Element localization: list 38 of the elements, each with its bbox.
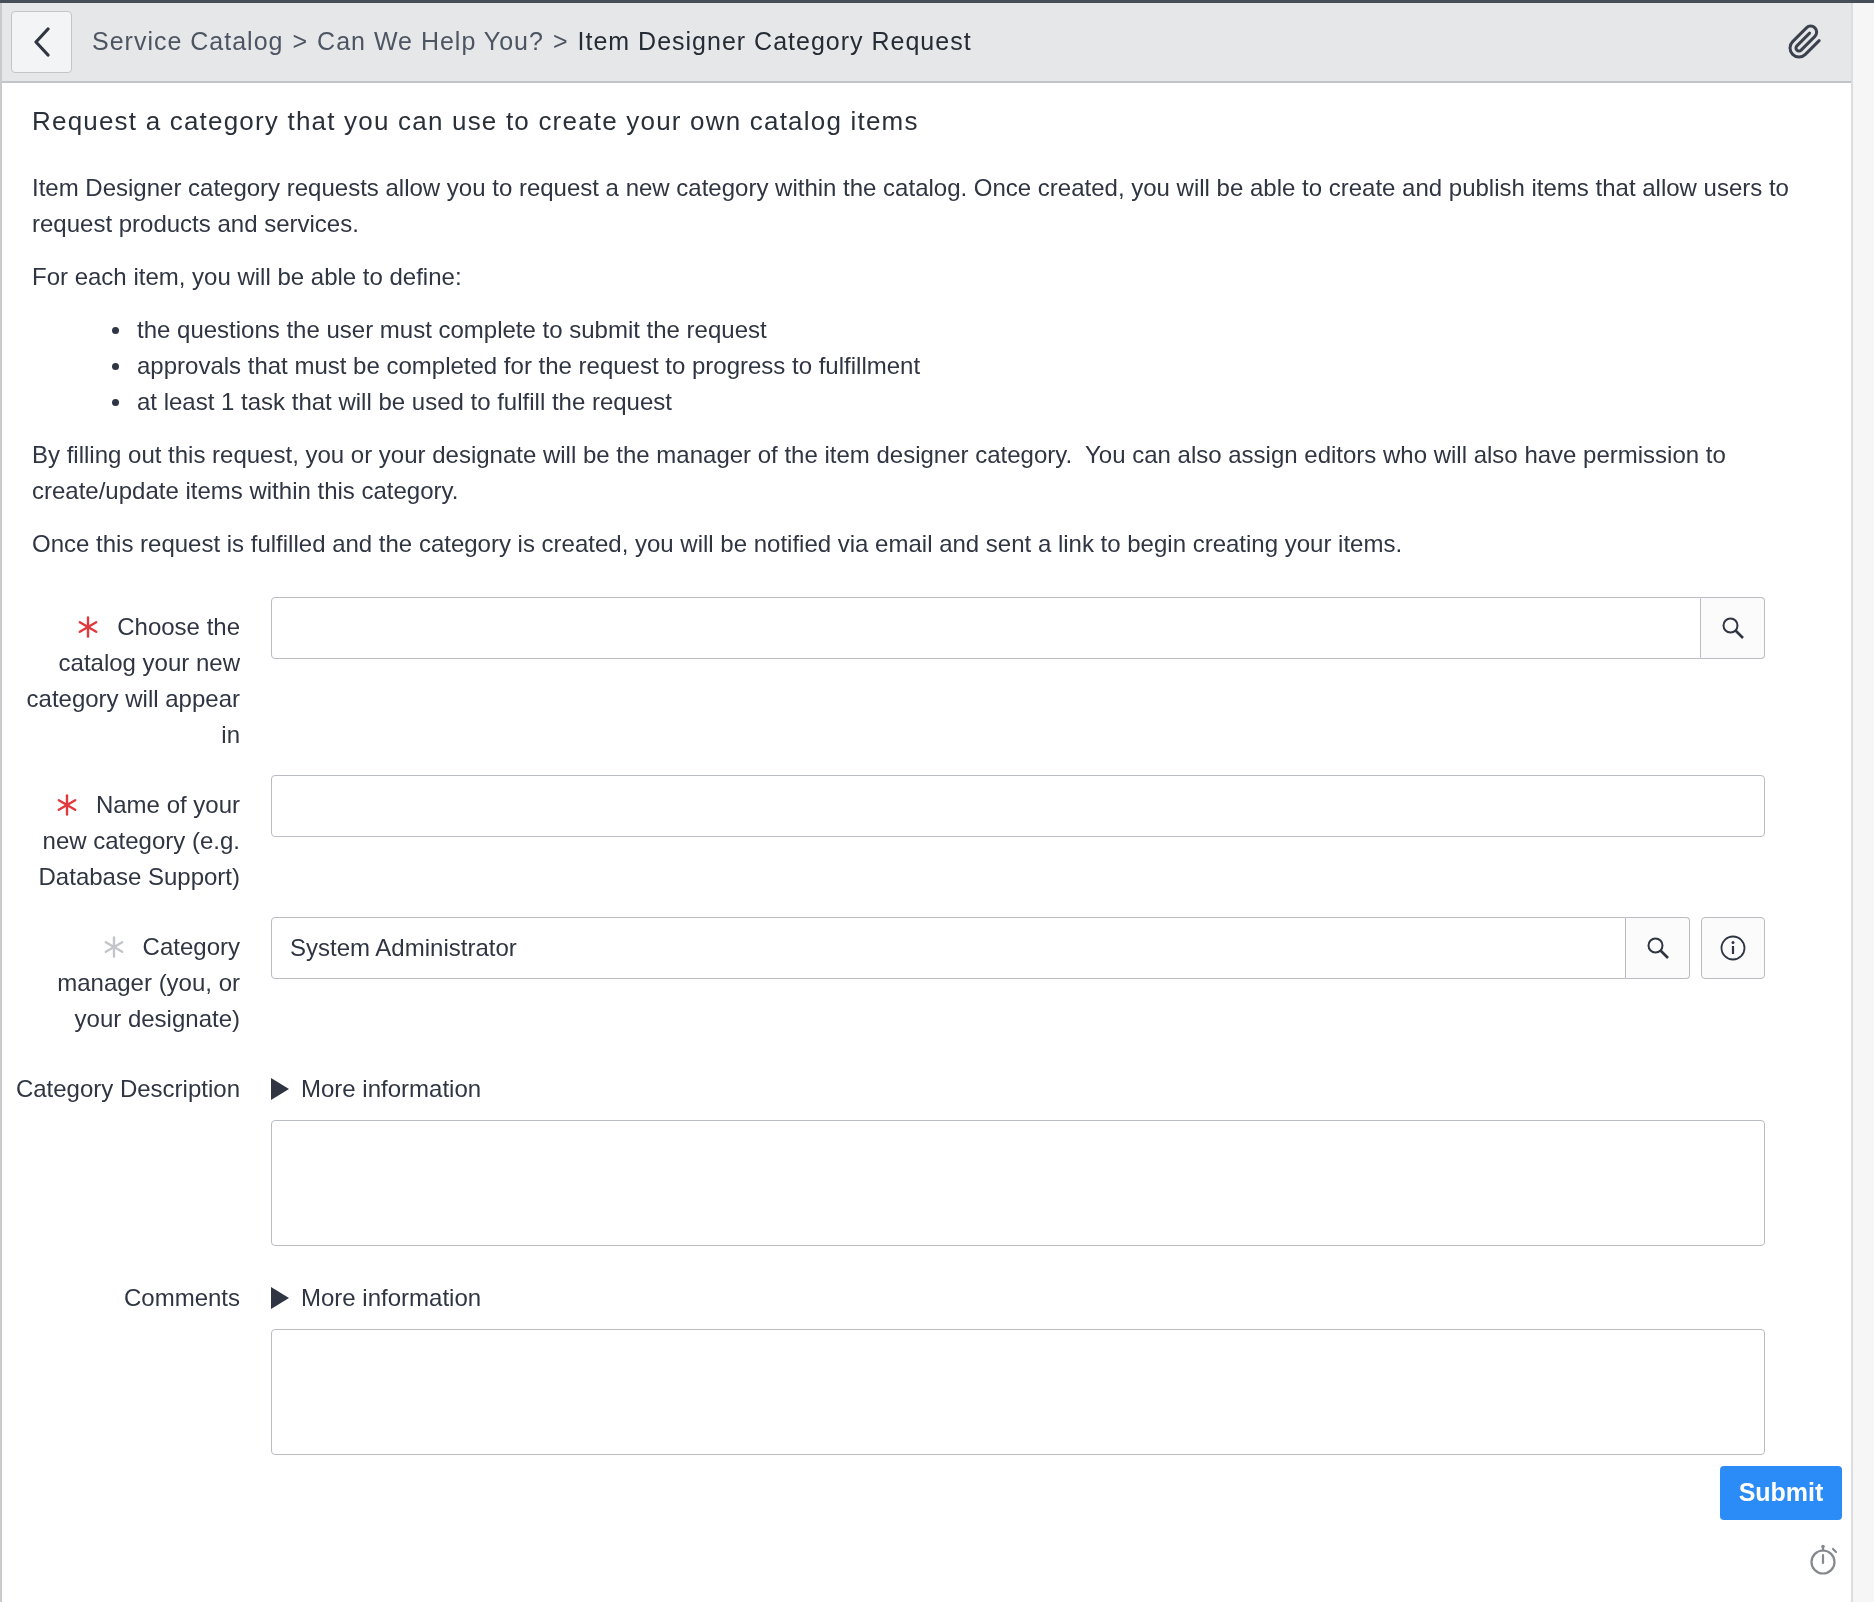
- chevron-left-icon: [32, 27, 51, 57]
- list-item-text: the questions the user must complete to submit the request: [137, 315, 767, 345]
- breadcrumb-separator: >: [552, 26, 569, 58]
- breadcrumb-current-page: Item Designer Category Request: [577, 26, 972, 58]
- stopwatch-icon[interactable]: [1808, 1544, 1840, 1576]
- more-information-toggle[interactable]: More information: [271, 1071, 482, 1107]
- breadcrumb-link[interactable]: Can We Help You?: [317, 23, 544, 61]
- search-button[interactable]: [1701, 597, 1765, 659]
- field-label: Comments: [123, 1284, 240, 1311]
- description-paragraph: Item Designer category requests allow you to request a new category within the catalog. Once created, you will be able to create and publish items that allow users to request products and services.: [32, 173, 1790, 239]
- description-paragraph: Once this request is fulfilled and the category is created, you will be notified via email and sent a link to begin creating your items.: [32, 529, 1404, 559]
- field-label: Category Description: [15, 1075, 240, 1102]
- search-icon: [1720, 616, 1745, 640]
- field-label: Category manager (you, or your designate): [57, 933, 240, 1032]
- text-input-field[interactable]: [271, 775, 1765, 837]
- breadcrumb-separator: >: [292, 26, 309, 58]
- lookup-field[interactable]: [271, 597, 1701, 659]
- lookup-field[interactable]: System Administrator: [271, 917, 1626, 979]
- back-button[interactable]: [11, 11, 72, 73]
- bullet-icon: [112, 362, 119, 370]
- list-item-text: at least 1 task that will be used to fulfill the request: [137, 387, 672, 417]
- list-item-text: approvals that must be completed for the request to progress to fulfillment: [137, 351, 921, 381]
- more-information-toggle[interactable]: More information: [271, 1280, 482, 1316]
- info-button[interactable]: [1701, 917, 1765, 979]
- breadcrumb-link[interactable]: Service Catalog: [92, 23, 284, 61]
- description-paragraph: By filling out this request, you or your designate will be the manager of the item designer category. You can also assign editors who will also have permission to create/update items within this category.: [32, 440, 1727, 506]
- description-paragraph: For each item, you will be able to define:: [32, 262, 463, 292]
- info-icon: [1720, 935, 1746, 961]
- field-label: Choose the catalog your new category will appear in: [26, 613, 240, 748]
- text-area-field[interactable]: [271, 1329, 1765, 1455]
- paperclip-icon[interactable]: [1787, 24, 1823, 60]
- bullet-icon: [112, 326, 119, 334]
- field-label: Name of your new category (e.g. Database Support): [38, 791, 240, 890]
- page-heading: Request a category that you can use to create your own catalog items: [32, 105, 920, 138]
- bullet-icon: [112, 398, 119, 406]
- search-button[interactable]: [1626, 917, 1690, 979]
- search-icon: [1645, 936, 1670, 960]
- text-area-field[interactable]: [271, 1120, 1765, 1246]
